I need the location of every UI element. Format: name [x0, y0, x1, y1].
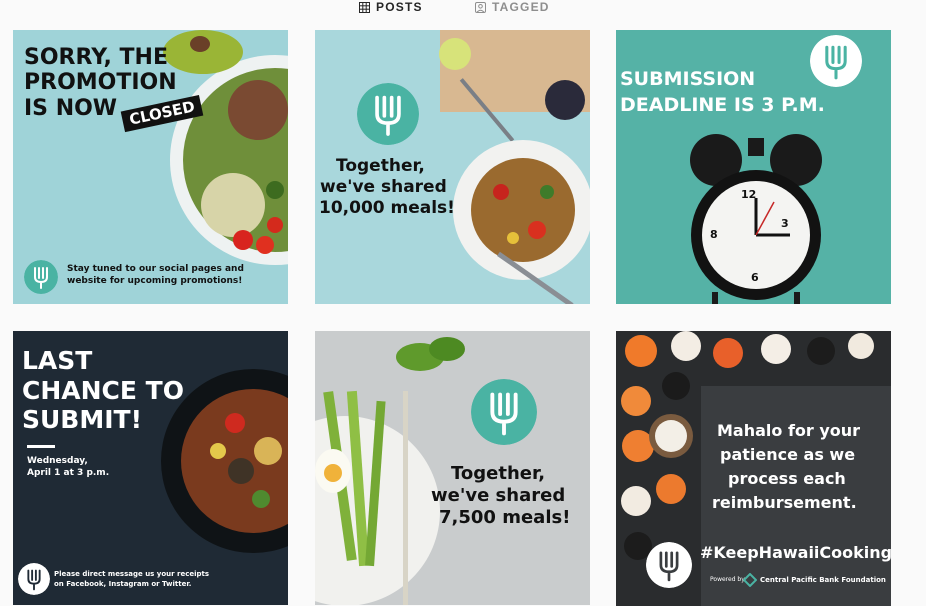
post-sub-line-2: April 1 at 3 p.m. — [27, 468, 110, 478]
fork-logo-icon — [18, 563, 50, 595]
fork-logo-icon — [357, 83, 419, 145]
post-headline-line-3: process each — [728, 469, 846, 488]
powered-by-label: Powered by — [710, 576, 745, 583]
post-headline-line-1: Together, — [336, 156, 425, 176]
post-headline-line-3: SUBMIT! — [22, 405, 142, 434]
fork-logo-icon — [646, 542, 692, 588]
post-headline-line-2: DEADLINE IS 3 P.M. — [620, 94, 825, 116]
fork-logo-icon — [810, 35, 862, 87]
post-tile-submission-deadline[interactable]: 12 3 6 8 SUBMISSION DEADLINE IS 3 P.M. — [616, 30, 891, 304]
hashtag-text: #KeepHawaiiCooking — [700, 543, 891, 562]
post-headline-line-2: PROMOTION — [24, 70, 177, 95]
post-tile-promotion-closed[interactable]: SORRY, THE PROMOTION IS NOW CLOSED Stay … — [13, 30, 288, 304]
clock-number-9: 8 — [710, 228, 718, 241]
clock-number-6: 6 — [751, 271, 759, 284]
bank-logo-icon — [743, 573, 757, 587]
fork-logo-icon — [24, 260, 58, 294]
post-headline-line-4: reimbursement. — [712, 493, 857, 512]
post-headline-line-2: CHANCE TO — [22, 376, 184, 405]
post-headline-line-2: we've shared — [320, 177, 447, 197]
post-headline-line-1: SORRY, THE — [24, 45, 168, 70]
post-headline-line-3: IS NOW — [24, 96, 118, 121]
sponsor-name: Central Pacific Bank Foundation — [760, 576, 886, 584]
post-headline-line-2: patience as we — [720, 445, 856, 464]
post-headline-line-2: we've shared — [431, 485, 566, 506]
tab-tagged[interactable]: TAGGED — [475, 0, 550, 14]
post-sub-line-1: Wednesday, — [27, 456, 88, 466]
clock-number-3: 3 — [781, 217, 789, 230]
post-headline-line-3: 7,500 meals! — [439, 507, 571, 528]
tab-tagged-label: TAGGED — [492, 0, 550, 14]
post-headline-line-3: 10,000 meals! — [319, 198, 455, 218]
post-tile-7500-meals[interactable]: Together, we've shared 7,500 meals! — [315, 331, 590, 605]
tab-posts[interactable]: POSTS — [359, 0, 423, 14]
post-headline-line-1: Mahalo for your — [717, 421, 861, 440]
clock-number-12: 12 — [741, 188, 757, 201]
fork-logo-icon — [471, 379, 537, 445]
post-headline-line-1: SUBMISSION — [620, 68, 756, 90]
tab-posts-label: POSTS — [376, 0, 423, 14]
post-tile-last-chance[interactable]: LAST CHANCE TO SUBMIT! Wednesday, April … — [13, 331, 288, 605]
tag-person-icon — [475, 1, 486, 13]
profile-tabs: POSTS TAGGED — [0, 0, 926, 14]
grid-icon — [359, 1, 370, 13]
post-footer-text: Stay tuned to our social pages and websi… — [67, 264, 244, 286]
post-headline-line-1: Together, — [451, 463, 546, 484]
post-headline-line-1: LAST — [22, 346, 93, 375]
post-footer-line-1: Please direct message us your receipts — [54, 570, 210, 578]
post-tile-mahalo[interactable]: Mahalo for your patience as we process e… — [616, 331, 891, 606]
post-footer-line-2: on Facebook, Instagram or Twitter. — [54, 580, 192, 588]
post-tile-10000-meals[interactable]: Together, we've shared 10,000 meals! — [315, 30, 590, 304]
